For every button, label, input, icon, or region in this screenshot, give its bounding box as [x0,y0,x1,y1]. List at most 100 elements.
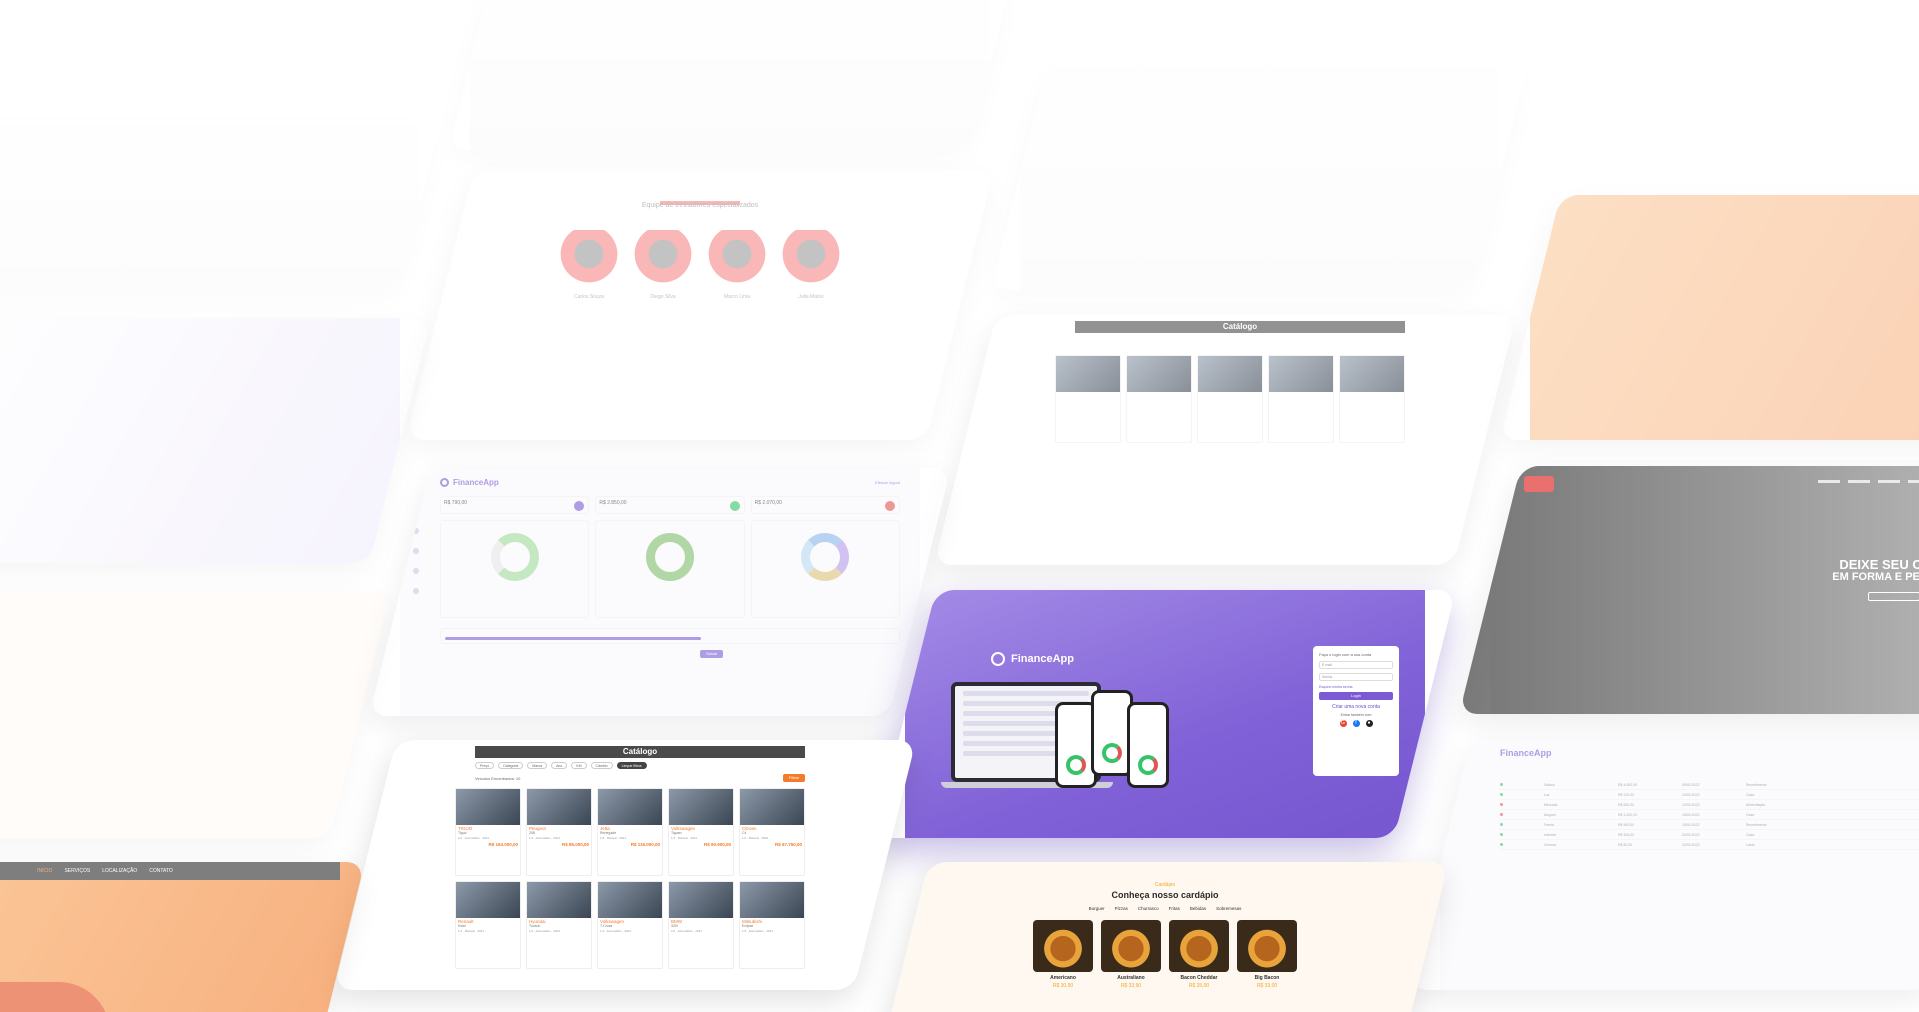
car-photo [598,882,662,918]
menu-item[interactable]: Australiano R$ 33,90 [1101,920,1161,989]
table-row: Mercado R$ 600,00 12/01/2022 Alimentação [1500,800,1919,810]
catalog-title: Catálogo [475,746,805,758]
car-photo [1198,356,1262,392]
car-photo [669,882,733,918]
item-price: R$ 30,90 [1052,983,1074,989]
car-card[interactable] [1197,355,1263,443]
tab-pizzas[interactable]: Pizzas [1115,906,1128,911]
car-card[interactable] [1055,355,1121,443]
car-card[interactable]: Citroen C4 1.6 · Manual · 2020 R$ 67.750,00 [739,788,805,876]
car-card[interactable]: Peugeot 208 1.6 · Automático · 2021 R$ 85.0… [526,788,592,876]
burger-photo [1169,920,1229,972]
tab-burguer[interactable]: Burguer [1089,906,1105,911]
tab-churrasco[interactable]: Churrasco [1138,906,1159,911]
save-button[interactable]: Salvar [700,650,724,658]
social-logins: G f ● [1319,720,1393,727]
google-icon[interactable]: G [1339,720,1347,727]
car-card[interactable]: Volkswagen Tiguan 1.6 · Manual · 2021 R$ 90… [668,788,734,876]
finance-login-hero-card: FinanceApp Faça o login com a sua conta … [874,590,1456,838]
car-card[interactable]: Jetta Renegade 1.8 · Manual · 2021 R$ 115.0… [597,788,663,876]
filter-price[interactable]: Preço [475,762,495,769]
person-name: Carlos Souza [573,294,604,300]
table-row: Cinema R$ 50,00 22/01/2022 Lazer [1500,840,1919,850]
team-card-top [448,0,1012,150]
filter-button[interactable]: Filtrar [782,774,805,782]
menu-card: Cardápio Conheça nosso cardápio Burguer … [881,862,1449,1012]
donut-panel [440,520,590,618]
donut-panel [750,520,900,618]
login-button[interactable]: Login [1319,692,1393,700]
goal-progress [440,628,900,644]
person-name: Diego Silva [650,294,676,300]
car-photo [740,882,804,918]
filter-year[interactable]: Ano [551,762,568,769]
create-account-link[interactable]: Criar uma nova conta [1319,704,1393,710]
car-card[interactable]: BMW 320i 2.0 · Automático · 2021 [668,881,734,969]
catalog-title: Catálogo [1075,321,1405,333]
car-price: R$ 90.900,00 [703,842,731,847]
status-dot [1500,813,1503,816]
car-photo [456,882,520,918]
dashboard-header: FinanceApp Efetuar logout [440,478,900,487]
finance-table-card: FinanceApp Salário R$ 4.000,00 05/01/2022 R… [1408,740,1919,990]
menu-item[interactable]: Americano R$ 30,90 [1033,920,1093,989]
donut-panel [595,520,745,618]
github-icon[interactable]: ● [1365,720,1373,727]
car-card[interactable] [1126,355,1192,443]
car-specs: 1.6 · Automático · 2021 [529,929,561,933]
gym-cta-button[interactable] [1868,592,1919,601]
item-name: Bacon Cheddar [1180,975,1218,981]
tab-bebidas[interactable]: Bebidas [1190,906,1206,911]
nav-location[interactable]: LOCALIZAÇÃO [102,868,137,874]
car-card[interactable]: TIGUO Tiguo 2.0 · Automático · 2021 R$ 164.… [455,788,521,876]
stats-row: R$ 790,00 R$ 2.850,00 R$ 2.070,00 [440,496,900,514]
brand-logo: FinanceApp [991,652,1074,666]
person-photo [559,230,619,290]
car-card[interactable]: Mitsubishi Eclipse 1.5 · Automático · 2021 [739,881,805,969]
car-card[interactable] [1339,355,1405,443]
table-row: Internet R$ 100,00 20/01/2022 Casa [1500,830,1919,840]
car-price: R$ 67.750,00 [774,842,802,847]
email-field[interactable]: E-mail [1319,661,1393,669]
nav-services[interactable]: SERVIÇOS [64,868,90,874]
item-name: Americano [1050,975,1076,981]
logout-link[interactable]: Efetuar logout [875,480,900,485]
filter-transmission[interactable]: Câmbio [590,762,613,769]
tab-fritas[interactable]: Fritas [1169,906,1180,911]
team-person: Diego Silva [633,230,693,300]
car-photo [527,882,591,918]
transactions-table: Salário R$ 4.000,00 05/01/2022 Recebimento … [1500,780,1919,850]
car-card[interactable] [1268,355,1334,443]
menu-item[interactable]: Big Bacon R$ 33,00 [1237,920,1297,989]
person-photo [781,230,841,290]
facebook-icon[interactable]: f [1352,720,1360,727]
nav-home[interactable]: INÍCIO [37,868,52,874]
catalog-card-top: Catálogo [933,315,1517,565]
tab-sobremesas[interactable]: Sobremesas [1216,906,1241,911]
car-photo [456,789,520,825]
table-row: Salário R$ 4.000,00 05/01/2022 Recebimento [1500,780,1919,790]
clear-filters-button[interactable]: Limpar filtros [616,762,647,769]
car-card[interactable]: Renault Kwid 1.0 · Manual · 2021 [455,881,521,969]
sidebar [410,508,422,608]
filter-brand[interactable]: Marca [527,762,548,769]
stat-expense: R$ 2.070,00 [750,496,900,514]
team-heading: Equipe de treinadores especializados [641,202,759,209]
nav-contact[interactable]: CONTATO [149,868,173,874]
car-photo [669,789,733,825]
password-field[interactable]: Senha [1319,673,1393,681]
person-name: Marco Lima [723,294,751,300]
brand-logo: FinanceApp [1500,748,1552,758]
person-photo [633,230,693,290]
car-card[interactable]: Hyundai Tucson 1.6 · Automático · 2021 [526,881,592,969]
menu-item[interactable]: Bacon Cheddar R$ 35,00 [1169,920,1229,989]
gym-logo [1524,476,1554,492]
car-illustration [0,982,110,1012]
car-card[interactable]: Volkswagen T-Cross 1.4 · Automático · 2021 [597,881,663,969]
filter-category[interactable]: Categoria [498,762,524,769]
forgot-password-link[interactable]: Esqueci minha senha [1319,685,1393,689]
login-title: Faça o login com a sua conta [1319,652,1372,657]
filter-km[interactable]: KM [571,762,587,769]
finance-login-mobile-card [0,318,431,563]
blank-card-left-top [0,120,442,290]
